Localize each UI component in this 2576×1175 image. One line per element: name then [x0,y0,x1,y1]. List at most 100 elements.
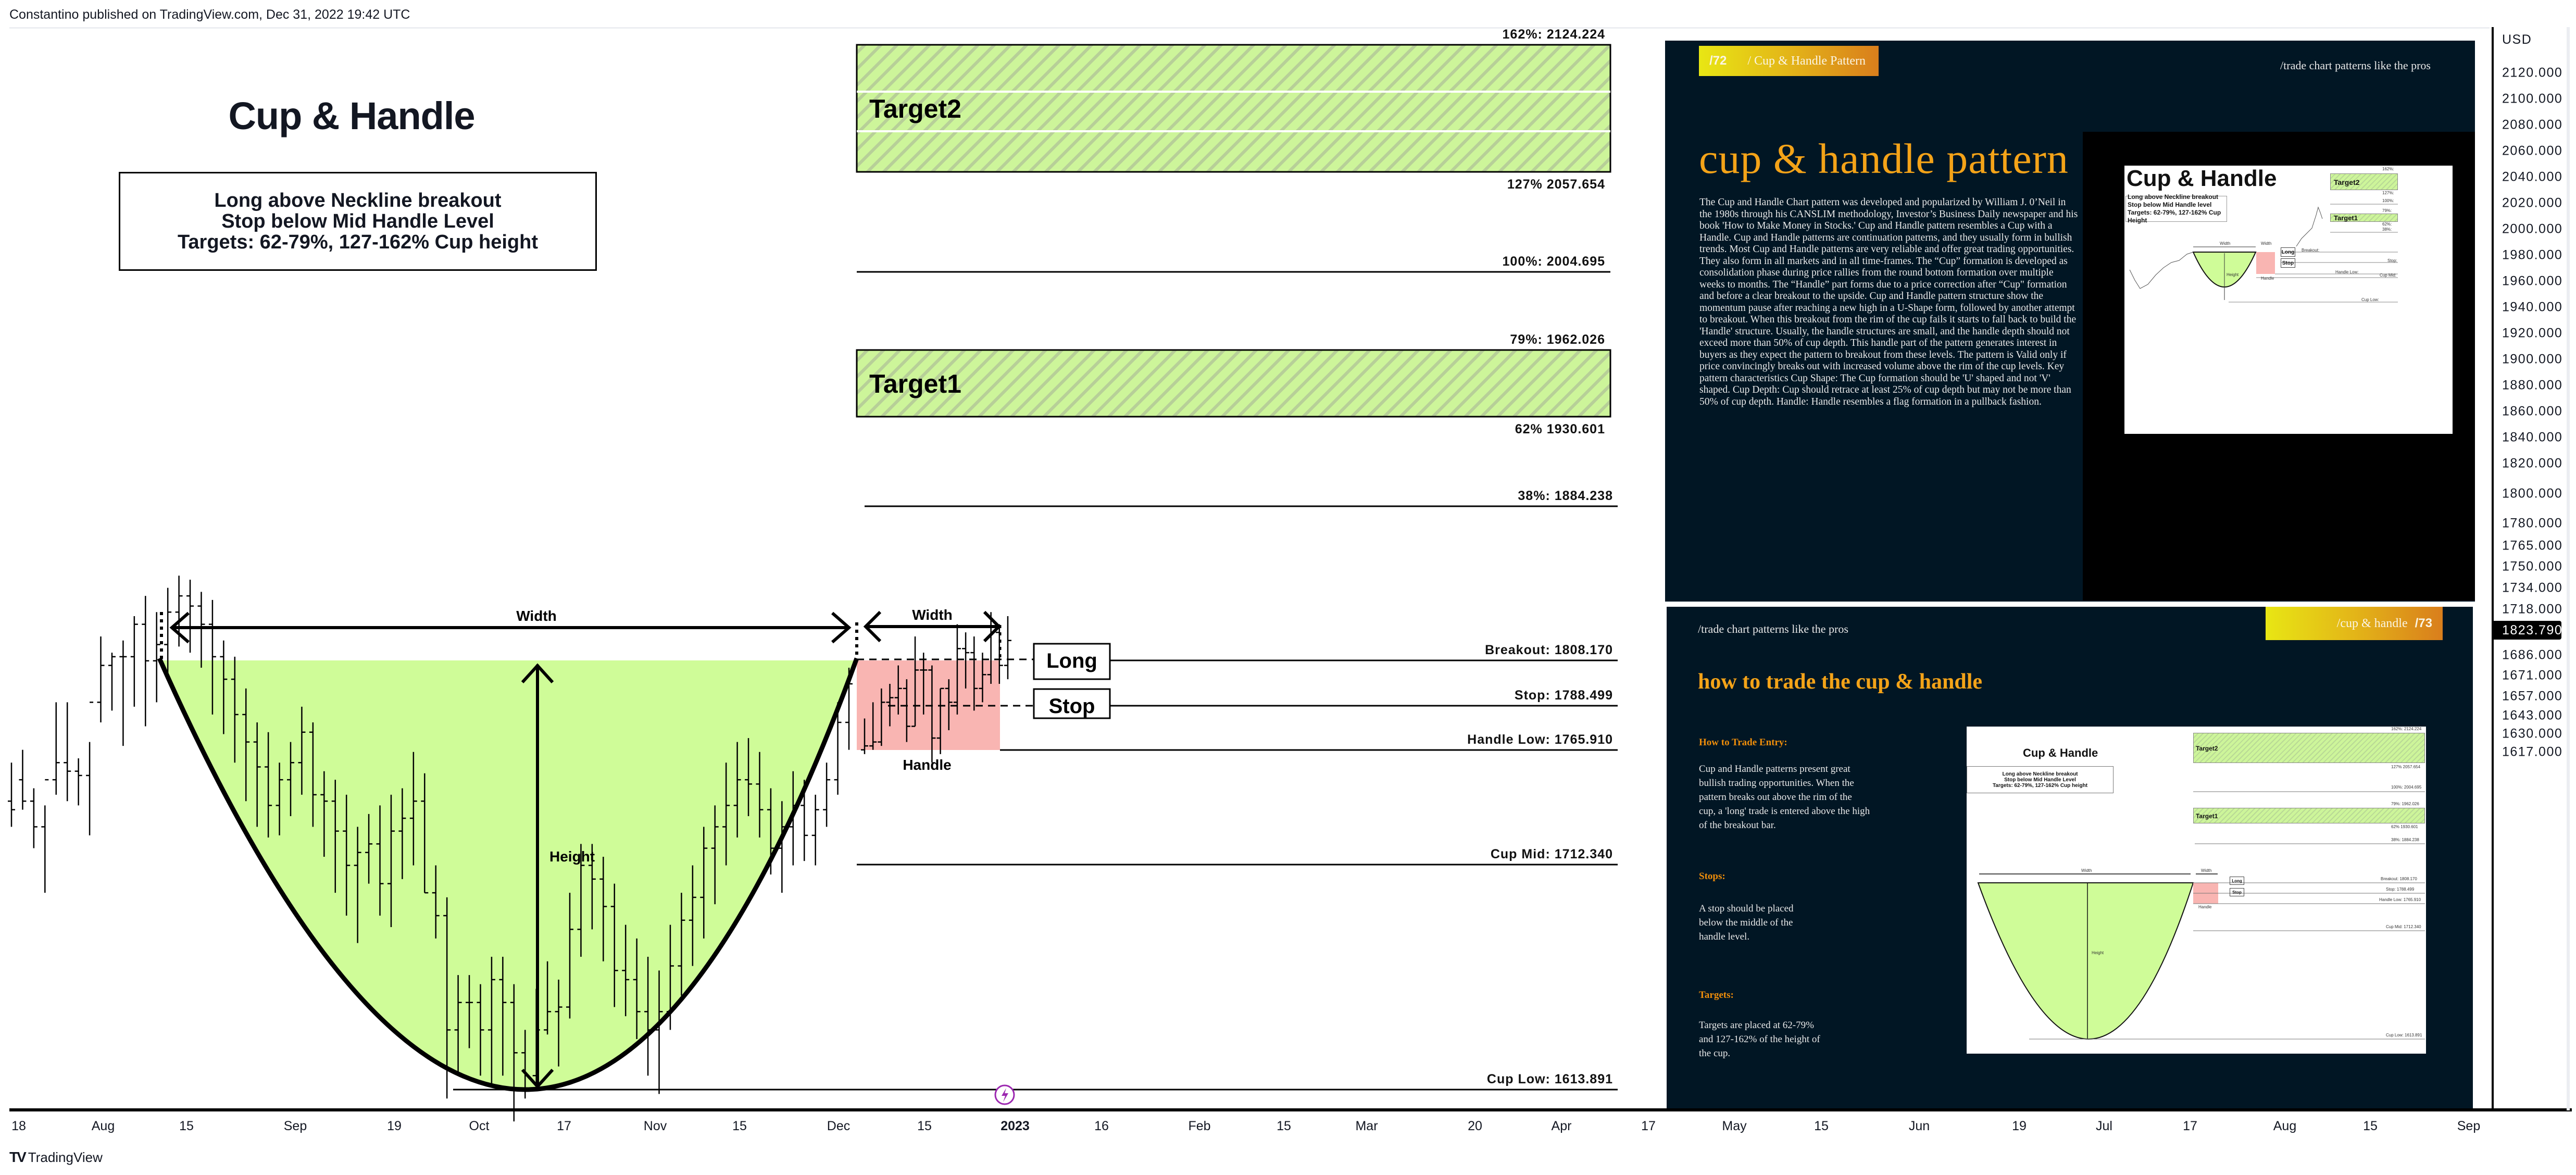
ohlc-bar [823,762,831,827]
figure-stop-box: Stop [2281,258,2295,268]
figure-level-label: Cup Mid: 1712.340 [2386,924,2421,929]
currency-label: USD [2502,32,2532,47]
ohlc-bar [811,794,819,866]
book-page-73[interactable]: /trade chart patterns like the pros /cup… [1667,607,2473,1108]
figure-cup [1977,882,2194,1040]
time-tick-label: 18 [11,1119,26,1133]
price-tick-label: 1686.000 [2502,647,2563,662]
price-tick-label: 1940.000 [2502,299,2563,315]
page-heading: how to trade the cup & handle [1698,670,1983,694]
time-tick-label: 20 [1468,1119,1482,1133]
tagline: /trade chart patterns like the pros [2280,59,2431,72]
figure-breakout-label: Breakout: [2302,248,2320,253]
figure-level-label: 100%: [2382,198,2394,203]
figure-level-label: Breakout: 1808.170 [2381,877,2417,881]
chart-title[interactable]: Cup & Handle [167,94,536,138]
figure-cup-low-label: Cup Low: [2361,297,2379,302]
page-tab: /72 / Cup & Handle Pattern [1699,46,1879,76]
time-tick-label: Jun [1908,1119,1930,1133]
stops-text: A stop should be placed below the middle… [1699,903,1794,942]
figure-level-label: 79%: [2382,208,2392,213]
price-tick-label: 2040.000 [2502,169,2563,184]
price-axis[interactable]: USD 2120.000 2100.000 2080.000 2060.000 2040… [2494,27,2570,1110]
figure-width-label: Width [2201,868,2212,873]
figure-level-label: Handle Low: 1765.910 [2379,897,2421,902]
figure-level-label: 162%: 2124.224 [2391,727,2422,731]
book-page-72[interactable]: /72 / Cup & Handle Pattern /trade chart … [1665,41,2475,602]
entry-heading: How to Trade Entry: [1699,737,1787,748]
time-tick-label: Sep [2457,1119,2481,1133]
level-label-level-100: 100%: 2004.695 [1503,254,1605,269]
ohlc-bar [64,702,71,802]
time-tick-label: Oct [469,1119,490,1133]
targets-text: Targets are placed at 62-79% and 127-162… [1699,1020,1820,1059]
section-title: /cup & handle [2336,616,2408,630]
ohlc-bar [30,788,37,848]
time-tick-label: 15 [1277,1119,1291,1133]
price-tick-label: 1643.000 [2502,708,2563,723]
time-tick-label: Aug [2273,1119,2297,1133]
figure-width-label: Width [2261,241,2272,246]
tradingview-logo[interactable]: TV TradingView [9,1149,103,1166]
ohlc-bar [52,702,60,795]
zone-target2 [856,44,1611,173]
tradingview-logo-text: TradingView [28,1149,103,1165]
price-tick-label: 1920.000 [2502,326,2563,341]
info-line: Targets: 62-79%, 127-162% Cup height [178,231,538,253]
time-axis-border [9,1108,2572,1111]
figure-level-label: Stop: 1788.499 [2386,887,2415,892]
time-tick-label: 2023 [1001,1119,1030,1133]
ohlc-bar [197,592,205,668]
price-tick-label: 1800.000 [2502,486,2563,501]
ohlc-bar [153,612,160,703]
figure-level-label: 62%: [2382,222,2392,227]
level-label-target-62: 62% 1930.601 [1515,422,1605,436]
level-label-breakout: Breakout: 1808.170 [1485,643,1613,657]
figure-level-label: Cup Low: 1613.891 [2386,1033,2422,1038]
price-tick-label: 2000.000 [2502,221,2563,236]
price-tick-label: 1780.000 [2502,516,2563,531]
price-tick-label: 1657.000 [2502,689,2563,704]
info-line: Stop below Mid Handle Level [221,210,494,232]
level-label-target-79: 79%: 1962.026 [1510,332,1605,347]
long-box-label: Long [1046,649,1097,672]
figure-image: Cup & Handle Long above Neckline breakou… [1967,727,2426,1054]
price-tick-label: 1840.000 [2502,430,2563,445]
page-number: /73 [2415,616,2432,630]
figure-stop-box: Stop [2230,888,2244,896]
info-line: Long above Neckline breakout [214,190,502,211]
time-tick-label: 16 [1094,1119,1109,1133]
price-tick-label: 1960.000 [2502,273,2563,289]
figure-width-label: Width [2081,868,2092,873]
price-tick-label: 1900.000 [2502,352,2563,367]
time-tick-label: 17 [557,1119,571,1133]
level-label-cup-mid: Cup Mid: 1712.340 [1491,847,1613,861]
level-label-target-127: 127% 2057.654 [1507,177,1605,192]
time-tick-label: Aug [91,1119,115,1133]
ohlc-bar [119,640,127,746]
price-tick-label: 1734.000 [2502,580,2563,595]
figure-level-label: 100%: 2004.695 [2391,785,2422,790]
level-label-cup-low: Cup Low: 1613.891 [1487,1072,1613,1086]
zone-label-target2: Target2 [869,94,961,123]
info-box[interactable]: Long above Neckline breakout Stop below … [119,172,597,271]
figure-level-label: 38%: 1884.238 [2391,838,2419,842]
level-label-level-38: 38%: 1884.238 [1518,489,1613,503]
zone-target1 [856,349,1611,418]
price-tick-label: 1765.000 [2502,538,2563,553]
time-tick-label: Mar [1355,1119,1378,1133]
time-tick-label: 15 [917,1119,932,1133]
figure-stop-level-label: Stop: [2387,258,2397,263]
stop-box-label: Stop [1049,695,1095,718]
figure-level-label: 162%: [2382,167,2394,171]
price-tick-label: 1820.000 [2502,456,2563,471]
tradingview-logo-icon: TV [9,1149,27,1165]
handle-label: Handle [903,757,951,773]
figure-handle-low-label: Handle Low: [2335,270,2359,274]
page-tab: /cup & handle /73 [2266,607,2443,640]
figure-price-left [2129,252,2194,289]
level-label-stop: Stop: 1788.499 [1515,688,1613,703]
ohlc-bar [97,636,105,722]
ohlc-bar [142,596,149,727]
price-tick-label: 1630.000 [2502,726,2563,741]
